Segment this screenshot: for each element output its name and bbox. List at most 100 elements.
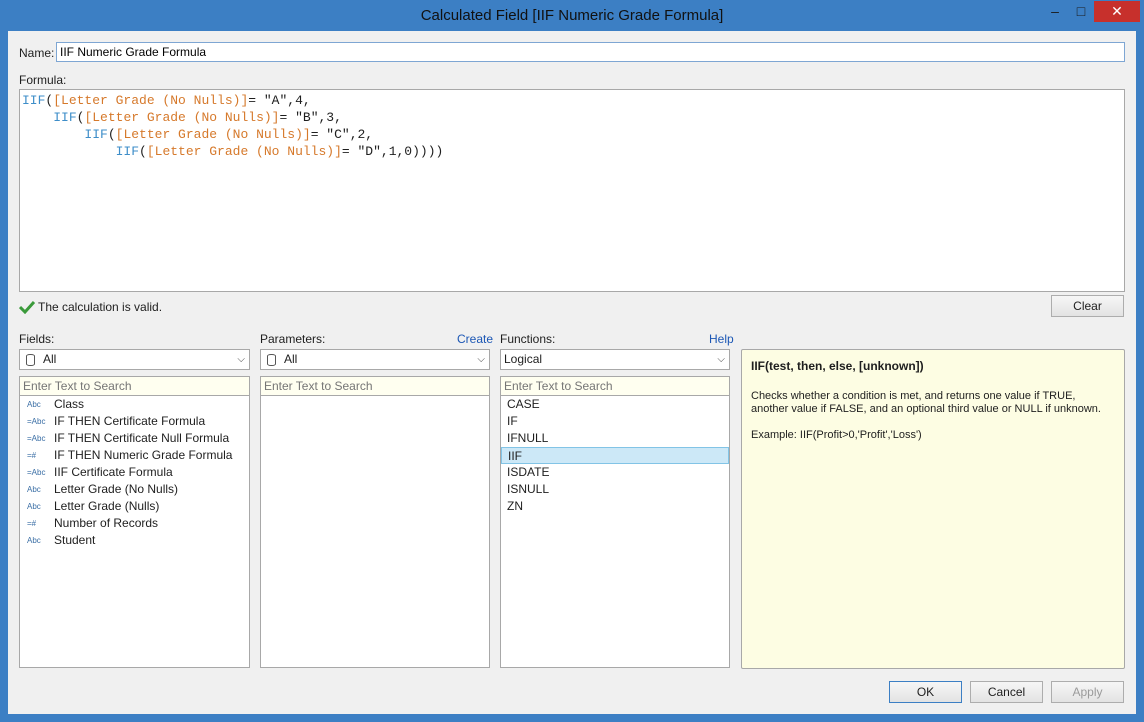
field-item-label: Class [54, 397, 85, 411]
help-link[interactable]: Help [709, 332, 734, 346]
clear-button[interactable]: Clear [1051, 295, 1124, 317]
functions-filter-value: Logical [504, 352, 543, 366]
formula-label: Formula: [19, 73, 67, 87]
string-type-icon: =Abc [27, 468, 46, 477]
apply-button[interactable]: Apply [1051, 681, 1124, 703]
maximize-icon[interactable]: □ [1068, 1, 1094, 22]
field-item-label: IF THEN Certificate Null Formula [54, 431, 230, 445]
fields-filter-value: All [43, 352, 57, 366]
number-type-icon: =# [27, 519, 37, 528]
string-type-icon: Abc [27, 400, 41, 409]
formula-token-op: = [341, 144, 358, 159]
function-help-panel: IIF(test, then, else, [unknown]) Checks … [741, 349, 1125, 669]
fields-label: Fields: [19, 332, 55, 346]
formula-token-open: ( [107, 127, 116, 142]
string-type-icon: Abc [27, 485, 41, 494]
field-item-label: Letter Grade (No Nulls) [54, 482, 179, 496]
close-icon[interactable]: ✕ [1094, 1, 1140, 22]
formula-token-field: [Letter Grade (No Nulls)] [53, 93, 249, 108]
functions-label: Functions: [500, 332, 556, 346]
function-item[interactable]: IFNULL [501, 430, 729, 447]
function-item[interactable]: CASE [501, 396, 729, 413]
database-icon [267, 354, 276, 366]
formula-token-str: "B" [295, 110, 319, 125]
formula-token-rest: ,2, [349, 127, 374, 142]
field-item[interactable]: Abc Letter Grade (No Nulls) [20, 481, 249, 498]
function-item[interactable]: IF [501, 413, 729, 430]
formula-token-field: [Letter Grade (No Nulls)] [84, 110, 280, 125]
chevron-down-icon: ⌵ [717, 354, 725, 365]
formula-line: IIF([Letter Grade (No Nulls)]= "C",2, [22, 126, 1122, 143]
field-item-label: IF THEN Numeric Grade Formula [54, 448, 233, 462]
function-item[interactable]: ZN [501, 498, 729, 515]
field-item[interactable]: Abc Letter Grade (Nulls) [20, 498, 249, 515]
ok-button[interactable]: OK [889, 681, 962, 703]
parameters-label: Parameters: [260, 332, 326, 346]
formula-token-kw: IIF [115, 144, 140, 159]
parameters-filter-select[interactable]: All ⌵ [260, 349, 490, 370]
formula-token-op: = [310, 127, 327, 142]
formula-line: IIF([Letter Grade (No Nulls)]= "B",3, [22, 109, 1122, 126]
formula-line: IIF([Letter Grade (No Nulls)]= "A",4, [22, 92, 1122, 109]
function-description: Checks whether a condition is met, and r… [751, 390, 1101, 415]
name-input[interactable] [56, 42, 1125, 62]
field-item-label: Letter Grade (Nulls) [54, 499, 160, 513]
formula-token-op: = [279, 110, 296, 125]
title-bar[interactable]: Calculated Field [IIF Numeric Grade Form… [0, 0, 1144, 31]
formula-token-kw: IIF [22, 93, 46, 108]
formula-token-kw: IIF [53, 110, 77, 125]
function-item[interactable]: IIF [501, 447, 729, 464]
formula-token-rest: ,3, [318, 110, 342, 125]
field-item[interactable]: =# IF THEN Numeric Grade Formula [20, 447, 249, 464]
formula-token-rest: ,1,0)))) [380, 144, 444, 159]
field-item-label: Number of Records [54, 516, 159, 530]
chevron-down-icon: ⌵ [477, 354, 485, 365]
formula-line: IIF([Letter Grade (No Nulls)]= "D",1,0))… [22, 143, 1122, 160]
fields-search-input[interactable] [19, 376, 250, 396]
functions-search-input[interactable] [500, 376, 730, 396]
field-item[interactable]: Abc Student [20, 532, 249, 549]
window-title: Calculated Field [IIF Numeric Grade Form… [420, 7, 724, 24]
formula-token-field: [Letter Grade (No Nulls)] [146, 144, 342, 159]
formula-editor[interactable]: IIF([Letter Grade (No Nulls)]= "A",4, II… [19, 89, 1125, 292]
functions-list[interactable]: CASE IF IFNULL IIF ISDATE ISNULL ZN [500, 396, 730, 668]
formula-token-kw: IIF [84, 127, 108, 142]
formula-token-field: [Letter Grade (No Nulls)] [115, 127, 311, 142]
field-item[interactable]: =# Number of Records [20, 515, 249, 532]
field-item[interactable]: =Abc IF THEN Certificate Formula [20, 413, 249, 430]
functions-filter-select[interactable]: Logical ⌵ [500, 349, 730, 370]
parameters-search-input[interactable] [260, 376, 490, 396]
minimize-icon[interactable]: – [1042, 1, 1068, 22]
dialog-body: Name: Formula: IIF([Letter Grade (No Nul… [8, 31, 1136, 714]
field-item-label: Student [54, 533, 96, 547]
number-type-icon: =# [27, 451, 37, 460]
formula-token-indent [22, 127, 84, 142]
string-type-icon: Abc [27, 536, 41, 545]
calculated-field-dialog: Calculated Field [IIF Numeric Grade Form… [0, 0, 1144, 722]
field-item[interactable]: =Abc IIF Certificate Formula [20, 464, 249, 481]
formula-token-op: = [248, 93, 264, 108]
formula-token-rest: ,4, [287, 93, 311, 108]
function-signature: IIF(test, then, else, [unknown]) [751, 359, 924, 373]
name-label: Name: [19, 46, 55, 60]
function-item[interactable]: ISNULL [501, 481, 729, 498]
parameters-list[interactable] [260, 396, 490, 668]
string-type-icon: =Abc [27, 434, 46, 443]
create-parameter-link[interactable]: Create [457, 332, 493, 346]
validation-status: The calculation is valid. [38, 300, 163, 314]
formula-token-indent [22, 144, 116, 159]
field-item[interactable]: =Abc IF THEN Certificate Null Formula [20, 430, 249, 447]
field-item[interactable]: Abc Class [20, 396, 249, 413]
formula-token-str: "C" [326, 127, 350, 142]
string-type-icon: Abc [27, 502, 41, 511]
database-icon [26, 354, 35, 366]
cancel-button[interactable]: Cancel [970, 681, 1043, 703]
parameters-filter-value: All [284, 352, 298, 366]
function-item[interactable]: ISDATE [501, 464, 729, 481]
field-item-label: IIF Certificate Formula [54, 465, 173, 479]
fields-list[interactable]: Abc Class =Abc IF THEN Certificate Formula =… [19, 396, 250, 668]
formula-token-open: ( [139, 144, 147, 159]
checkmark-icon [19, 300, 35, 314]
formula-token-str: "A" [263, 93, 288, 108]
fields-filter-select[interactable]: All ⌵ [19, 349, 250, 370]
